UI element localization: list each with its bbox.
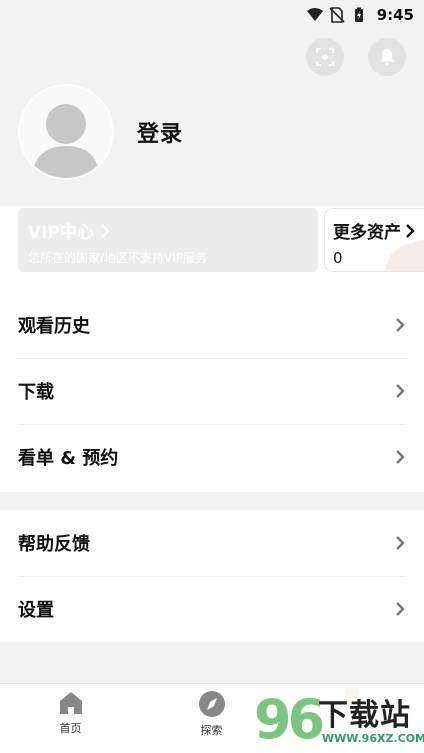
no-sim-icon — [329, 7, 345, 23]
top-actions — [306, 38, 406, 76]
menu-item-label: 设置 — [18, 600, 54, 621]
vip-subtitle: 您所在的国家/地区不支持VIP服务 — [28, 251, 208, 265]
status-bar: 9:45 — [0, 0, 424, 30]
menu-item-label: 观看历史 — [18, 316, 90, 337]
menu-item-settings[interactable]: 设置 — [0, 576, 424, 642]
menu-item-download[interactable]: 下载 — [0, 358, 424, 424]
assets-title: 更多资产 — [333, 218, 424, 243]
bell-icon — [380, 49, 394, 66]
menu-item-help-feedback[interactable]: 帮助反馈 — [0, 510, 424, 576]
menu-item-label: 下载 — [18, 382, 54, 403]
menu-item-watch-history[interactable]: 观看历史 — [0, 292, 424, 358]
home-icon — [59, 692, 82, 714]
login-link[interactable]: 登录 — [137, 116, 183, 148]
menu-group-primary: 观看历史 下载 看单 & 预约 — [0, 292, 424, 490]
default-avatar-icon — [20, 86, 112, 178]
battery-charging-icon — [354, 7, 363, 22]
chevron-right-icon — [396, 318, 405, 332]
vip-card[interactable]: VIP中心 您所在的国家/地区不支持VIP服务 — [18, 208, 318, 272]
chevron-right-icon — [396, 536, 405, 550]
watermark-number: 96 — [254, 688, 325, 751]
vip-title: VIP中心 — [28, 218, 308, 243]
assets-title-text: 更多资产 — [333, 223, 401, 243]
site-watermark: 96 下载站 WWW.96XZ.COM — [252, 688, 424, 753]
nav-tab-home[interactable]: 首页 — [0, 684, 141, 753]
watermark-url: WWW.96XZ.COM — [322, 732, 424, 745]
nav-tab-label: 首页 — [59, 722, 82, 735]
status-time: 9:45 — [376, 6, 414, 24]
assets-card[interactable]: 更多资产 0 — [324, 208, 424, 272]
chevron-right-icon — [101, 223, 110, 238]
chevron-right-icon — [396, 602, 405, 616]
chevron-right-icon — [396, 384, 405, 398]
menu-group-secondary: 帮助反馈 设置 — [0, 510, 424, 642]
scan-button[interactable] — [306, 38, 344, 76]
menu-item-watchlist-reservations[interactable]: 看单 & 预约 — [0, 424, 424, 490]
vip-title-text: VIP中心 — [28, 223, 94, 243]
compass-icon — [198, 691, 225, 717]
watermark-text: 下载站 — [318, 698, 411, 733]
menu-item-label: 帮助反馈 — [18, 534, 90, 555]
avatar[interactable] — [18, 84, 114, 180]
scan-icon — [315, 47, 335, 67]
nav-tab-label: 探索 — [200, 724, 223, 737]
chevron-right-icon — [406, 223, 415, 238]
notification-button[interactable] — [368, 38, 406, 76]
profile-header[interactable]: 登录 — [18, 84, 183, 180]
wifi-icon — [306, 8, 323, 21]
chevron-right-icon — [396, 450, 405, 464]
menu-item-label: 看单 & 预约 — [18, 448, 119, 469]
